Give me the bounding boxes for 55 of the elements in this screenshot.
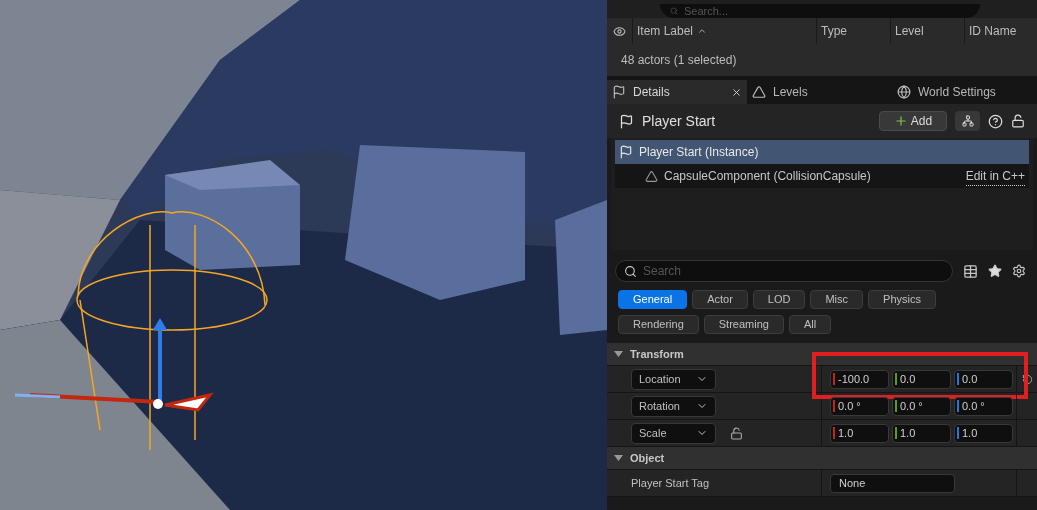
category-filter-button[interactable]: Physics (868, 290, 936, 309)
number-field[interactable]: -100.0 (830, 369, 889, 389)
field-value: 0.0 ° (838, 398, 861, 414)
component-tree-item[interactable]: Player Start (Instance) (615, 140, 1029, 164)
field-value: -100.0 (838, 371, 870, 387)
search-icon (624, 264, 637, 278)
search-icon (670, 7, 678, 15)
field-value: 0.0 (962, 371, 978, 387)
expand-triangle-icon (614, 455, 623, 461)
property-label: Player Start Tag (631, 475, 710, 491)
field-value: 0.0 (900, 371, 916, 387)
number-field[interactable]: 1.0 (892, 423, 951, 443)
globe-icon (897, 85, 911, 99)
edit-in-cpp-link[interactable]: Edit in C++ (965, 166, 1025, 186)
section-header[interactable]: Transform (607, 343, 1037, 366)
component-tree-item[interactable]: CapsuleComponent (CollisionCapsule) Edit in C++ (615, 164, 1029, 188)
category-filter-button[interactable]: Streaming (703, 315, 784, 334)
unlocked-padlock-icon[interactable] (730, 426, 743, 440)
field-value: 0.0 ° (962, 398, 985, 414)
unlocked-padlock-icon[interactable] (1011, 114, 1025, 128)
hierarchy-icon (961, 115, 974, 127)
field-value: 1.0 (838, 425, 854, 441)
panel-tab[interactable]: World Settings (892, 80, 1037, 104)
number-field[interactable]: 1.0 (954, 423, 1013, 443)
expand-triangle-icon (614, 351, 623, 357)
field-value: 1.0 (962, 425, 978, 441)
category-filter-button[interactable]: LOD (752, 290, 806, 309)
section-header[interactable]: Object (607, 447, 1037, 470)
add-component-button[interactable]: Add (879, 111, 947, 131)
plus-icon (893, 114, 908, 128)
property-dropdown[interactable]: Location (631, 368, 716, 390)
field-value: 1.0 (900, 425, 916, 441)
category-filter-button[interactable]: Rendering (618, 315, 699, 334)
settings-icon[interactable] (1012, 264, 1026, 278)
actor-name-title: Player Start (642, 111, 717, 131)
star-icon[interactable] (988, 264, 1002, 278)
actor-count-text: 48 actors (1 selected) (621, 52, 737, 69)
table-view-icon[interactable] (963, 263, 978, 279)
close-icon[interactable] (731, 86, 742, 98)
property-dropdown[interactable]: Rotation (631, 395, 716, 417)
number-field[interactable]: 1.0 (830, 423, 889, 443)
category-filter-button[interactable]: All (788, 315, 832, 334)
help-icon[interactable] (988, 113, 1003, 129)
category-filter-button[interactable]: Actor (692, 290, 748, 309)
property-dropdown[interactable]: Scale (631, 422, 716, 444)
field-value: 0.0 ° (900, 398, 923, 414)
category-filter-button[interactable]: General (618, 290, 688, 309)
panel-tab[interactable]: Details (607, 80, 747, 104)
visibility-eye-icon[interactable] (613, 24, 626, 38)
number-field[interactable]: 0.0 (954, 369, 1013, 389)
text-field[interactable]: None (830, 473, 955, 493)
panel-tab[interactable]: Levels (747, 80, 892, 104)
blueprint-hierarchy-button[interactable] (955, 111, 980, 131)
category-filter-button[interactable]: Misc (810, 290, 864, 309)
number-field[interactable]: 0.0 (892, 369, 951, 389)
